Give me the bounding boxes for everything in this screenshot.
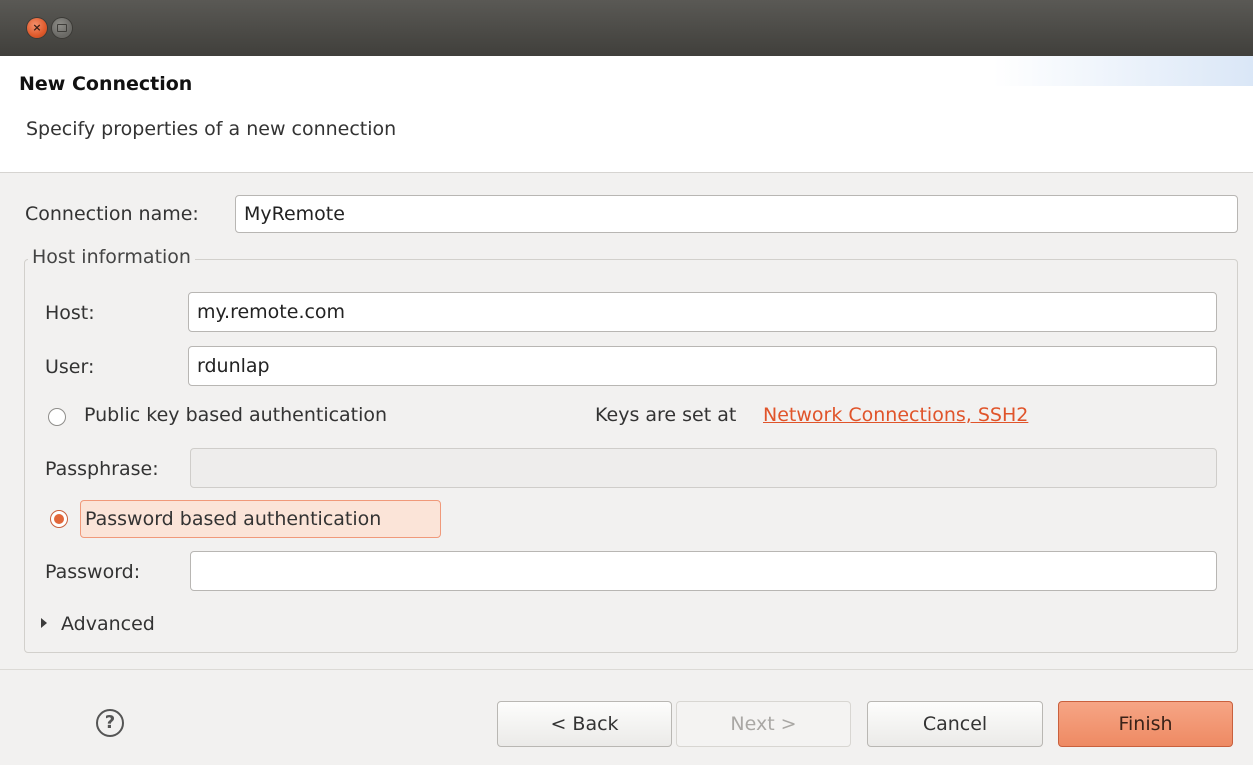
help-icon[interactable]: ?	[96, 709, 124, 737]
footer-separator	[0, 669, 1253, 670]
connection-name-input[interactable]: MyRemote	[235, 195, 1238, 233]
connection-name-label: Connection name:	[25, 203, 199, 225]
back-button[interactable]: < Back	[497, 701, 672, 747]
minimize-icon[interactable]	[52, 18, 72, 38]
minimize-glyph	[57, 24, 67, 32]
password-radio-label[interactable]: Password based authentication	[85, 508, 381, 530]
passphrase-label: Passphrase:	[45, 458, 159, 480]
header-banner-gradient	[993, 56, 1253, 86]
keys-set-at-text: Keys are set at	[595, 404, 737, 426]
dialog-description: Specify properties of a new connection	[26, 118, 397, 140]
host-label: Host:	[45, 302, 95, 324]
public-key-radio-label[interactable]: Public key based authentication	[84, 404, 387, 426]
window-titlebar: ×	[0, 0, 1253, 56]
password-input[interactable]	[190, 551, 1217, 591]
next-button[interactable]: Next >	[676, 701, 851, 747]
passphrase-input[interactable]	[190, 448, 1217, 488]
close-icon[interactable]: ×	[27, 18, 47, 38]
cancel-button[interactable]: Cancel	[867, 701, 1043, 747]
dialog-title: New Connection	[19, 73, 193, 95]
close-glyph: ×	[32, 21, 42, 34]
chevron-right-icon[interactable]	[41, 618, 47, 628]
password-label: Password:	[45, 561, 141, 583]
host-information-legend: Host information	[28, 246, 195, 268]
dialog-header: New Connection Specify properties of a n…	[0, 56, 1253, 173]
finish-button[interactable]: Finish	[1058, 701, 1233, 747]
user-input[interactable]: rdunlap	[188, 346, 1217, 386]
network-connections-link[interactable]: Network Connections, SSH2	[763, 404, 1028, 426]
host-input[interactable]: my.remote.com	[188, 292, 1217, 332]
advanced-toggle[interactable]: Advanced	[61, 613, 155, 635]
user-label: User:	[45, 356, 95, 378]
public-key-radio[interactable]	[48, 408, 66, 426]
password-radio[interactable]	[50, 510, 68, 528]
